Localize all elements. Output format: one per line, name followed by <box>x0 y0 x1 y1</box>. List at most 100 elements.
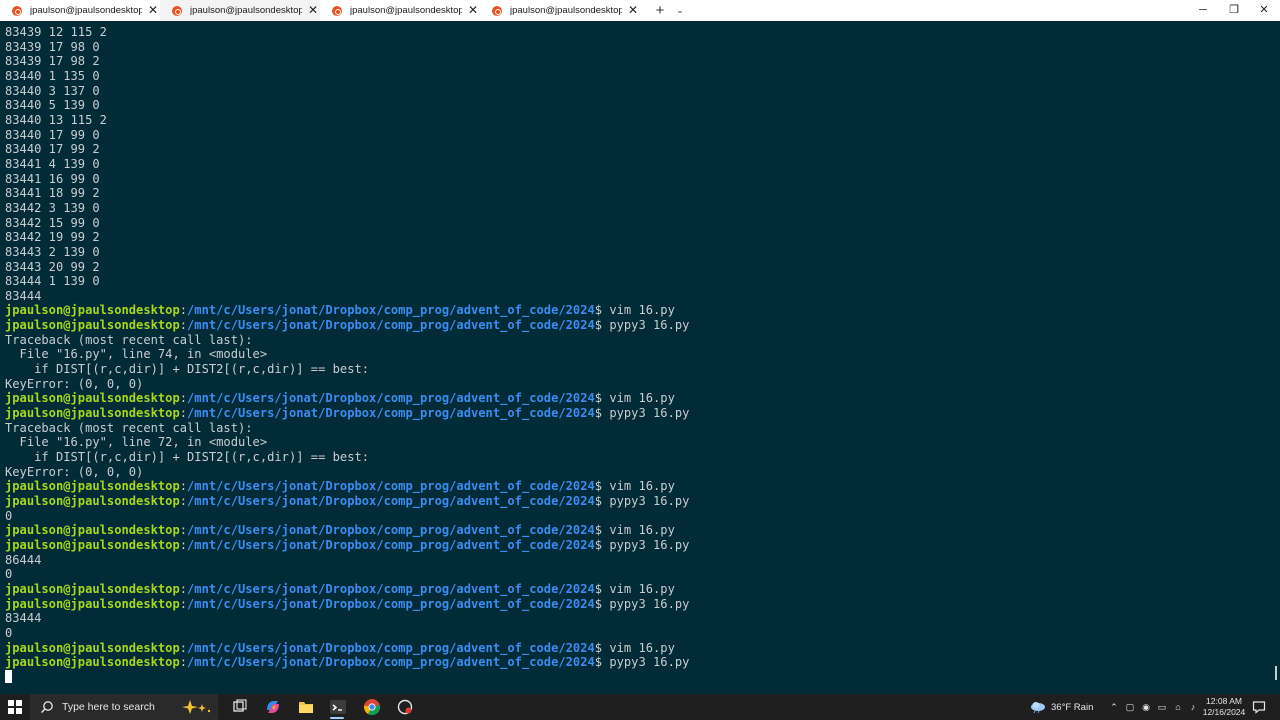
prompt-separator: : <box>179 655 188 670</box>
search-icon <box>41 701 53 713</box>
tab-4[interactable]: jpaulson@jpaulsondesktop: /m ✕ <box>480 0 640 21</box>
command-text: pypy3 16.py <box>602 655 690 670</box>
prompt-symbol: $ <box>594 523 603 538</box>
prompt-line: jpaulson@jpaulsondesktop:/mnt/c/Users/jo… <box>5 538 689 553</box>
command-text: vim 16.py <box>602 581 675 596</box>
prompt-user: jpaulson@jpaulsondesktop <box>5 318 180 333</box>
prompt-symbol: $ <box>594 537 603 552</box>
output-line: 83443 2 139 0 <box>5 244 100 259</box>
new-tab-button[interactable]: + <box>652 0 668 21</box>
prompt-line: jpaulson@jpaulsondesktop:/mnt/c/Users/jo… <box>5 479 689 494</box>
output-line: 83440 1 135 0 <box>5 68 100 83</box>
title-bar: jpaulson@jpaulsondesktop: /m ✕ jpaulson@… <box>0 0 1280 21</box>
output-line: Traceback (most recent call last): <box>5 420 253 435</box>
prompt-path: /mnt/c/Users/jonat/Dropbox/comp_prog/adv… <box>187 318 595 333</box>
maximize-button[interactable]: ❐ <box>1219 0 1249 21</box>
prompt-symbol: $ <box>594 318 603 333</box>
chrome-icon[interactable] <box>363 698 381 716</box>
terminal-cursor <box>5 669 12 683</box>
prompt-user: jpaulson@jpaulsondesktop <box>5 655 180 670</box>
output-line: File "16.py", line 74, in <module> <box>5 347 268 362</box>
output-line: 83444 <box>5 611 42 626</box>
output-line: 83444 <box>5 288 42 303</box>
prompt-line: jpaulson@jpaulsondesktop:/mnt/c/Users/jo… <box>5 318 689 333</box>
tab-3[interactable]: jpaulson@jpaulsondesktop: /m ✕ <box>320 0 480 21</box>
tab-close-icon[interactable]: ✕ <box>466 0 480 21</box>
search-input[interactable] <box>62 701 172 713</box>
tab-1[interactable]: jpaulson@jpaulsondesktop: /m ✕ <box>0 0 160 21</box>
tray-app-icon[interactable]: ◉ <box>1139 694 1153 720</box>
prompt-separator: : <box>179 479 188 494</box>
ubuntu-icon <box>172 5 182 16</box>
network-icon[interactable]: ⌂ <box>1171 694 1185 720</box>
prompt-symbol: $ <box>594 655 603 670</box>
app-icon[interactable] <box>396 698 414 716</box>
active-app-indicator <box>330 717 344 719</box>
ubuntu-icon <box>492 5 502 16</box>
command-text: pypy3 16.py <box>602 537 690 552</box>
prompt-separator: : <box>179 640 188 655</box>
windows-start-icon[interactable] <box>8 700 22 714</box>
output-line: KeyError: (0, 0, 0) <box>5 376 144 391</box>
prompt-line: jpaulson@jpaulsondesktop:/mnt/c/Users/jo… <box>5 597 689 612</box>
prompt-line: jpaulson@jpaulsondesktop:/mnt/c/Users/jo… <box>5 406 689 421</box>
tray-app-icon[interactable]: ▢ <box>1123 694 1137 720</box>
scrollbar-thumb[interactable] <box>1275 666 1277 680</box>
tab-close-icon[interactable]: ✕ <box>626 0 640 21</box>
output-line: 83442 3 139 0 <box>5 200 100 215</box>
tab-close-icon[interactable]: ✕ <box>306 0 320 21</box>
output-line: 83440 17 99 2 <box>5 142 100 157</box>
tab-title: jpaulson@jpaulsondesktop: /m <box>510 5 622 16</box>
search-highlight-sparkle-icon <box>182 700 211 714</box>
prompt-user: jpaulson@jpaulsondesktop <box>5 581 180 596</box>
output-line: 83440 17 99 0 <box>5 127 100 142</box>
output-line: 86444 <box>5 552 42 567</box>
command-text: pypy3 16.py <box>602 494 690 508</box>
output-line: 83440 13 115 2 <box>5 112 107 127</box>
output-line: 83441 4 139 0 <box>5 156 100 171</box>
prompt-user: jpaulson@jpaulsondesktop <box>5 303 180 318</box>
terminal-area[interactable]: 83439 12 115 2 83439 17 98 0 83439 17 98 2… <box>0 21 1280 694</box>
tab-close-icon[interactable]: ✕ <box>146 0 160 21</box>
tray-app-icon[interactable]: ▭ <box>1155 694 1169 720</box>
weather-widget[interactable]: 36°F Rain <box>1030 694 1093 720</box>
prompt-path: /mnt/c/Users/jonat/Dropbox/comp_prog/adv… <box>187 303 595 318</box>
output-line: Traceback (most recent call last): <box>5 332 253 347</box>
minimize-button[interactable]: ─ <box>1188 0 1218 21</box>
tab-dropdown-chevron-icon[interactable]: ⌄ <box>674 0 686 21</box>
volume-icon[interactable]: ♪ <box>1186 694 1200 720</box>
tab-2[interactable]: jpaulson@jpaulsondesktop: /n ✕ <box>160 0 320 21</box>
show-hidden-icons-chevron-icon[interactable]: ⌃ <box>1107 694 1121 720</box>
output-line: 83442 15 99 0 <box>5 215 100 230</box>
close-window-button[interactable]: ✕ <box>1249 0 1279 21</box>
copilot-icon[interactable] <box>264 698 282 716</box>
terminal-output: 83439 12 115 2 83439 17 98 0 83439 17 98 2… <box>5 25 689 685</box>
prompt-user: jpaulson@jpaulsondesktop <box>5 479 180 494</box>
file-explorer-icon[interactable] <box>297 698 315 716</box>
output-line: if DIST[(r,c,dir)] + DIST2[(r,c,dir)] ==… <box>5 362 370 377</box>
prompt-separator: : <box>179 494 188 508</box>
prompt-user: jpaulson@jpaulsondesktop <box>5 391 180 406</box>
output-line: 83439 17 98 0 <box>5 39 100 54</box>
task-view-icon[interactable] <box>231 698 249 716</box>
prompt-symbol: $ <box>594 581 603 596</box>
output-line: 83441 16 99 0 <box>5 171 100 186</box>
command-text: vim 16.py <box>602 479 675 494</box>
command-text: vim 16.py <box>602 640 675 655</box>
system-clock[interactable]: 12:08 AM 12/16/2024 <box>1200 696 1248 718</box>
terminal-icon[interactable] <box>329 698 347 716</box>
command-text: pypy3 16.py <box>602 318 690 333</box>
prompt-symbol: $ <box>594 479 603 494</box>
prompt-path: /mnt/c/Users/jonat/Dropbox/comp_prog/adv… <box>187 523 595 538</box>
prompt-line: jpaulson@jpaulsondesktop:/mnt/c/Users/jo… <box>5 641 689 656</box>
prompt-separator: : <box>179 318 188 333</box>
clock-time: 12:08 AM <box>1206 696 1242 706</box>
command-text: vim 16.py <box>602 303 675 318</box>
prompt-path: /mnt/c/Users/jonat/Dropbox/comp_prog/adv… <box>187 537 595 552</box>
notification-icon[interactable] <box>1252 700 1266 714</box>
prompt-user: jpaulson@jpaulsondesktop <box>5 537 180 552</box>
output-line: 83441 18 99 2 <box>5 186 100 201</box>
output-line: if DIST[(r,c,dir)] + DIST2[(r,c,dir)] ==… <box>5 450 370 465</box>
rain-cloud-icon <box>1031 702 1045 713</box>
prompt-separator: : <box>179 523 188 538</box>
